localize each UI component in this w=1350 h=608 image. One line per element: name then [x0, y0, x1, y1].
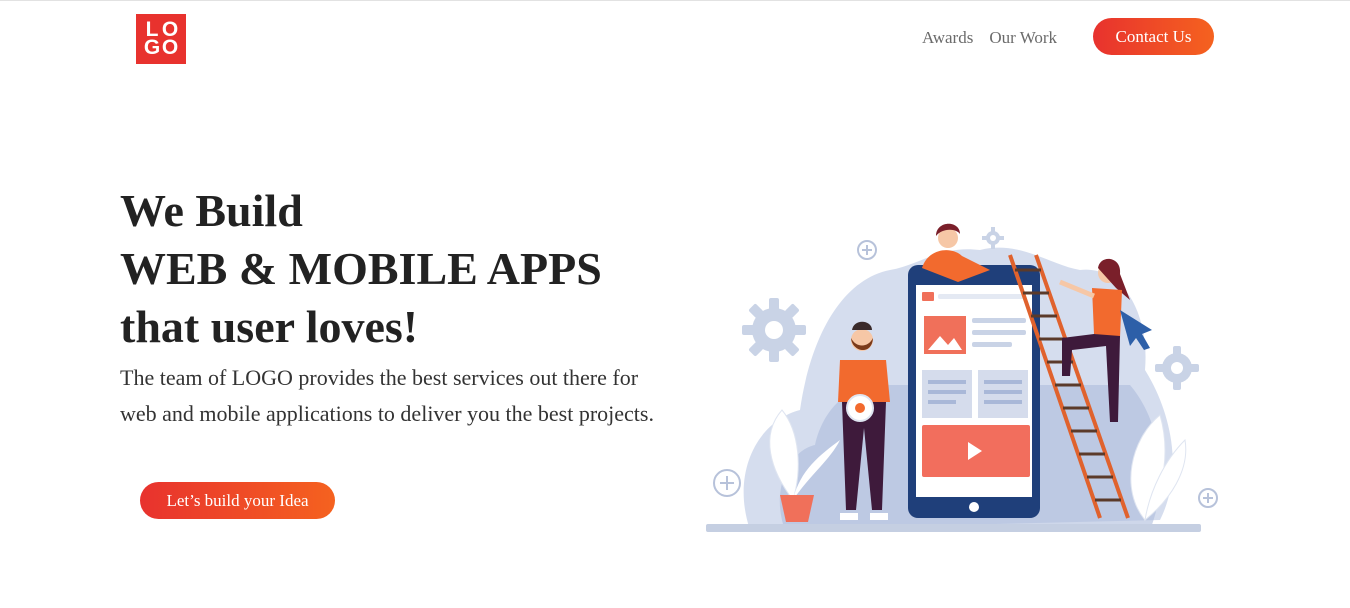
logo-letter: G: [143, 36, 161, 59]
nav-link-our-work[interactable]: Our Work: [989, 28, 1057, 48]
phone: [908, 265, 1040, 518]
plus-icon: [1198, 488, 1218, 508]
search-icon: [922, 292, 934, 301]
gear-icon: [742, 298, 806, 362]
plus-icon: [857, 240, 877, 260]
gear-icon: [1155, 346, 1199, 390]
contact-us-button[interactable]: Contact Us: [1093, 18, 1214, 55]
build-idea-button[interactable]: Let’s build your Idea: [140, 482, 335, 519]
hero-title: We Build WEB & MOBILE APPS that user lov…: [120, 182, 602, 356]
main-nav: Awards Our Work: [922, 28, 1057, 48]
plus-icon: [713, 469, 741, 497]
hero-title-line: that user loves!: [120, 301, 419, 352]
gear-icon: [982, 227, 1004, 249]
top-border: [0, 0, 1350, 1]
ground-line: [706, 524, 1201, 532]
hero-illustration: [706, 223, 1218, 532]
hero-title-line: We Build: [120, 185, 303, 236]
logo[interactable]: L O G O: [136, 14, 186, 64]
logo-letter: O: [161, 36, 179, 59]
logo-row-bottom: G O: [143, 36, 179, 59]
nav-link-awards[interactable]: Awards: [922, 28, 973, 48]
hero-description: The team of LOGO provides the best servi…: [120, 365, 654, 426]
hero-title-line: WEB & MOBILE APPS: [120, 243, 602, 294]
